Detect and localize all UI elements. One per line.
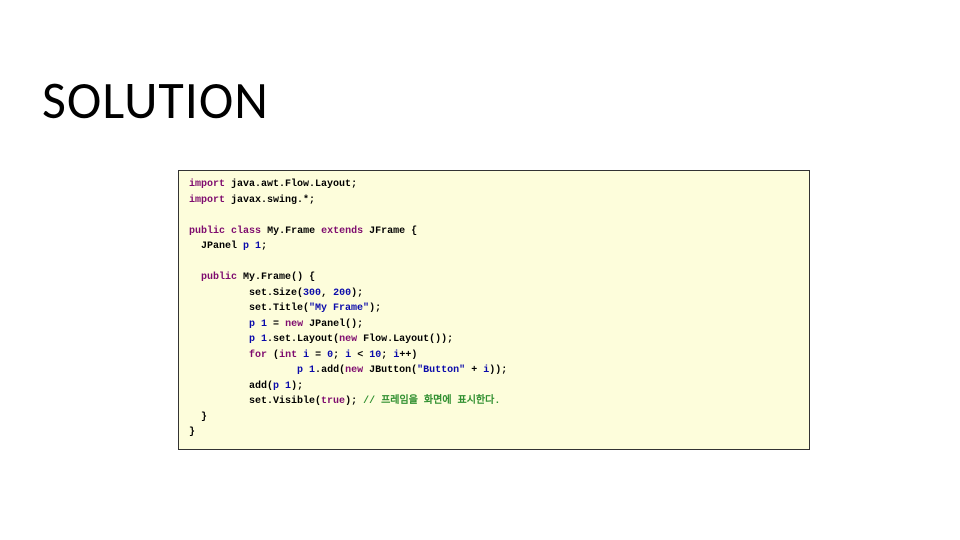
inc: ++ xyxy=(399,350,411,361)
fn-add: add xyxy=(321,365,339,376)
code-box: import java.awt.Flow.Layout; import java… xyxy=(178,170,810,450)
rparen: ) xyxy=(411,350,417,361)
semicolon: ; xyxy=(447,334,453,345)
comment: // 프레임을 화면에 표시한다. xyxy=(363,396,500,407)
fn-settitle: set.Title xyxy=(249,303,303,314)
kw-new: new xyxy=(339,334,357,345)
import-1: java.awt.Flow.Layout xyxy=(231,179,351,190)
kw-extends: extends xyxy=(321,226,363,237)
type-jpanel: JPanel xyxy=(309,319,345,330)
title-str: "My Frame" xyxy=(309,303,369,314)
var-i: i xyxy=(303,350,309,361)
kw-public: public xyxy=(201,272,237,283)
semicolon: ; xyxy=(351,179,357,190)
type-jbutton: JButton xyxy=(369,365,411,376)
superclass: JFrame xyxy=(369,226,405,237)
kw-public: public xyxy=(189,226,225,237)
var-p1: p 1 xyxy=(249,319,267,330)
rbrace: } xyxy=(201,412,207,423)
semicolon: ; xyxy=(261,241,267,252)
fn-add: add xyxy=(249,381,267,392)
class-name: My.Frame xyxy=(267,226,315,237)
num-10: 10 xyxy=(369,350,381,361)
fn-setsize: set.Size xyxy=(249,288,297,299)
kw-int: int xyxy=(279,350,297,361)
page-title: SOLUTION xyxy=(42,68,269,132)
semicolon: ; xyxy=(501,365,507,376)
kw-true: true xyxy=(321,396,345,407)
rbrace: } xyxy=(189,427,195,438)
semicolon: ; xyxy=(309,195,315,206)
ctor-name: My.Frame xyxy=(243,272,291,283)
lt: < xyxy=(357,350,363,361)
semicolon: ; xyxy=(333,350,339,361)
var-i: i xyxy=(345,350,351,361)
semicolon: ; xyxy=(297,381,303,392)
btn-str: "Button" xyxy=(417,365,465,376)
field-type: JPanel xyxy=(201,241,237,252)
kw-for: for xyxy=(249,350,267,361)
fn-setlayout: set.Layout xyxy=(273,334,333,345)
kw-new: new xyxy=(345,365,363,376)
semicolon: ; xyxy=(381,350,387,361)
code-block: import java.awt.Flow.Layout; import java… xyxy=(189,177,799,441)
fn-setvisible: set.Visible xyxy=(249,396,315,407)
semicolon: ; xyxy=(357,319,363,330)
semicolon: ; xyxy=(351,396,357,407)
kw-import: import xyxy=(189,179,225,190)
semicolon: ; xyxy=(375,303,381,314)
type-flowlayout: Flow.Layout xyxy=(363,334,429,345)
rparen: ) xyxy=(297,272,303,283)
var-p1: p 1 xyxy=(297,365,315,376)
kw-import: import xyxy=(189,195,225,206)
num-w: 300 xyxy=(303,288,321,299)
eq: = xyxy=(315,350,321,361)
kw-class: class xyxy=(231,226,261,237)
semicolon: ; xyxy=(357,288,363,299)
kw-new: new xyxy=(285,319,303,330)
num-h: 200 xyxy=(333,288,351,299)
comma: , xyxy=(321,288,327,299)
plus: + xyxy=(471,365,477,376)
field-name: p 1 xyxy=(243,241,261,252)
eq: = xyxy=(273,319,279,330)
lbrace: { xyxy=(411,226,417,237)
var-p1: p 1 xyxy=(249,334,267,345)
lbrace: { xyxy=(309,272,315,283)
var-p1: p 1 xyxy=(273,381,291,392)
import-2: javax.swing.* xyxy=(231,195,309,206)
